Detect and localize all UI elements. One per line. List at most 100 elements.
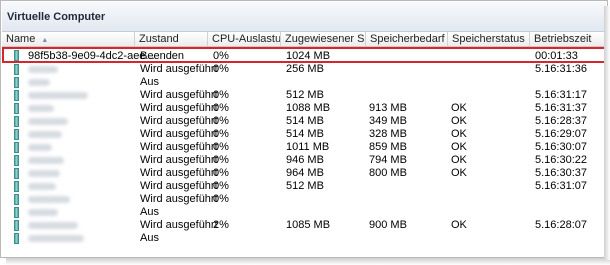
vm-cpu: 0% (213, 141, 229, 153)
column-header-name[interactable]: Name ▲ (2, 32, 135, 46)
column-header-memory-status[interactable]: Speicherstatus (448, 32, 530, 46)
vm-assigned-memory: 946 MB (286, 154, 324, 166)
vm-uptime: 5.16:31:17 (535, 89, 587, 101)
virtual-machine-icon (14, 90, 19, 101)
vm-uptime: 5.16:31:36 (535, 63, 587, 75)
vm-memory-demand: 900 MB (369, 219, 407, 231)
vm-memory-status: OK (451, 219, 467, 231)
vm-memory-demand: 913 MB (369, 102, 407, 114)
column-header-state[interactable]: Zustand (135, 32, 208, 46)
column-header-memory-demand[interactable]: Speicherbedarf (366, 32, 448, 46)
vm-state: Wird ausgeführt (140, 167, 218, 179)
vm-memory-status: OK (451, 128, 467, 140)
vm-uptime: 00:01:33 (535, 50, 578, 62)
vm-row-selected[interactable]: 98f5b38-9e09-4dc2-aee... Beenden 0% 1024… (2, 47, 606, 63)
vm-memory-demand: 800 MB (369, 167, 407, 179)
column-header-row: Name▲ Zustand CPU-Auslastu... Zugewiesen… (2, 32, 606, 47)
virtual-machine-icon (14, 116, 19, 127)
vm-name-redacted (28, 144, 52, 151)
vm-state: Wird ausgeführt (140, 102, 218, 114)
vm-uptime: 5.16:30:07 (535, 141, 587, 153)
vm-name-redacted (28, 92, 88, 99)
vm-cpu: 0% (213, 63, 229, 75)
vm-state: Beenden (140, 50, 185, 62)
vm-row[interactable] (2, 76, 606, 88)
vm-state: Wird ausgeführt (140, 128, 218, 140)
vm-state: Wird ausgeführt (140, 63, 218, 75)
vm-cpu: 2% (213, 219, 229, 231)
vm-uptime: 5.16:31:37 (535, 102, 587, 114)
vm-state: Wird ausgeführt (140, 154, 218, 166)
vm-name-redacted (28, 79, 50, 86)
vm-assigned-memory: 512 MB (286, 89, 324, 101)
vm-assigned-memory: 256 MB (286, 63, 324, 75)
vm-row[interactable] (2, 232, 606, 244)
column-header-uptime[interactable]: Betriebszeit (530, 32, 606, 46)
vm-name-redacted (28, 209, 58, 216)
vm-name-redacted (28, 66, 58, 73)
vm-state: Wird ausgeführt (140, 193, 218, 205)
vm-assigned-memory: 512 MB (286, 180, 324, 192)
vm-memory-demand: 794 MB (369, 154, 407, 166)
vm-assigned-memory: 1024 MB (286, 50, 331, 62)
vm-row[interactable]: Wird ausgeführt 0% 946 MB 794 MB OK 5.16… (2, 154, 606, 167)
sort-ascending-icon: ▲ (41, 37, 49, 44)
vm-state: Wird ausgeführt (140, 89, 218, 101)
vm-cpu: 0% (213, 102, 229, 114)
vm-name-redacted (28, 118, 68, 125)
column-header-cpu[interactable]: CPU-Auslastu... (208, 32, 281, 46)
vm-name-redacted (28, 131, 62, 138)
vm-cpu: 0% (213, 115, 229, 127)
vm-row[interactable]: Wird ausgeführt 0% 1088 MB 913 MB OK 5.1… (2, 102, 606, 115)
vm-cpu: 0% (213, 167, 229, 179)
virtual-machine-icon (14, 64, 19, 75)
virtual-machine-icon (14, 194, 19, 205)
vm-uptime: 5.16:29:07 (535, 128, 587, 140)
vm-row[interactable]: Wird ausgeführt 0% 512 MB 5.16:31:07 (2, 180, 606, 193)
virtual-machine-icon (14, 103, 19, 114)
vm-cpu: 0% (213, 154, 229, 166)
column-header-assigned-memory[interactable]: Zugewiesener S... (281, 32, 366, 46)
vm-uptime: 5.16:31:07 (535, 180, 587, 192)
vm-memory-status: OK (451, 154, 467, 166)
virtual-machine-icon (14, 77, 19, 88)
vm-cpu: 0% (213, 128, 229, 140)
vm-uptime: 5.16:30:37 (535, 167, 587, 179)
vm-assigned-memory: 1088 MB (286, 102, 331, 114)
frame-shadow-bottom (6, 258, 610, 265)
vm-assigned-memory: 1085 MB (286, 219, 331, 231)
vm-memory-status: OK (451, 141, 467, 153)
vm-memory-demand: 349 MB (369, 115, 407, 127)
vm-cpu: 0% (213, 89, 229, 101)
vm-uptime: 5.16:28:07 (535, 219, 587, 231)
virtual-machine-icon (14, 207, 19, 218)
vm-row[interactable]: Wird ausgeführt 0% 964 MB 800 MB OK 5.16… (2, 167, 606, 180)
vm-row[interactable]: Wird ausgeführt 0% 512 MB 5.16:31:17 (2, 89, 606, 102)
vm-uptime: 5.16:28:37 (535, 115, 587, 127)
vm-cpu: 0% (213, 50, 229, 62)
panel-title: Virtuelle Computer (7, 11, 106, 23)
vm-name-redacted (28, 105, 54, 112)
vm-cpu: 0% (213, 193, 229, 205)
vm-name: 98f5b38-9e09-4dc2-aee... (28, 50, 155, 62)
vm-name-redacted (28, 183, 56, 190)
vm-memory-demand: 859 MB (369, 141, 407, 153)
vm-assigned-memory: 964 MB (286, 167, 324, 179)
virtual-machine-icon (14, 129, 19, 140)
vm-state: Wird ausgeführt (140, 180, 218, 192)
vm-list: 98f5b38-9e09-4dc2-aee... Beenden 0% 1024… (2, 47, 606, 257)
vm-row[interactable] (2, 206, 606, 218)
vm-name-redacted (28, 157, 64, 164)
virtual-machine-icon (14, 155, 19, 166)
virtual-machine-icon (14, 181, 19, 192)
vm-cpu: 0% (213, 180, 229, 192)
vm-uptime: 5.16:30:22 (535, 154, 587, 166)
vm-row[interactable]: Wird ausgeführt 0% 514 MB 328 MB OK 5.16… (2, 128, 606, 141)
vm-row[interactable]: Wird ausgeführt 0% 514 MB 349 MB OK 5.16… (2, 115, 606, 128)
virtual-machine-icon (14, 142, 19, 153)
vm-row[interactable]: Wird ausgeführt 0% 1011 MB 859 MB OK 5.1… (2, 141, 606, 154)
vm-assigned-memory: 1011 MB (286, 141, 330, 153)
vm-memory-status: OK (451, 167, 467, 179)
vm-name-redacted (28, 235, 84, 242)
vm-state: Wird ausgeführt (140, 115, 218, 127)
